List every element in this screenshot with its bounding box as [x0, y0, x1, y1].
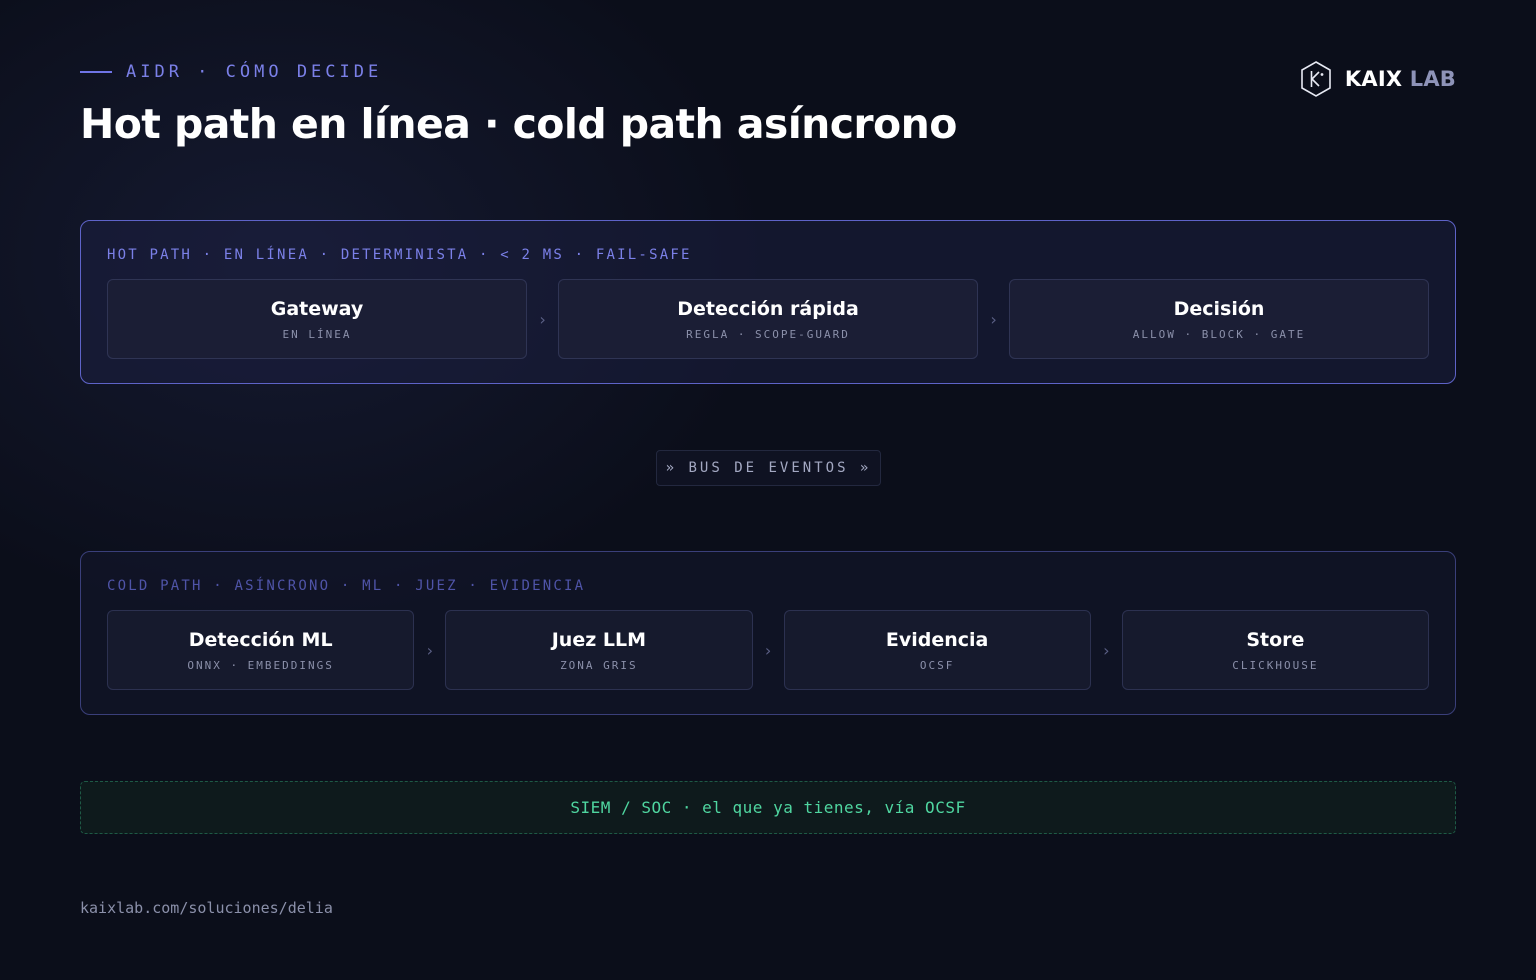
cold-path-label: COLD PATH · ASÍNCRONO · ML · JUEZ · EVID… [107, 578, 586, 594]
node-subtitle: EN LÍNEA [282, 327, 352, 341]
node-subtitle: ZONA GRIS [560, 658, 638, 672]
brand-name-main: KAIX [1344, 67, 1403, 91]
chevron-right-icon: › [1101, 640, 1112, 660]
eyebrow-text: AIDR · CÓMO DECIDE [126, 62, 383, 82]
node-title: Detección rápida [677, 297, 859, 320]
cold-path-flow: Detección ML ONNX · EMBEDDINGS › Juez LL… [107, 610, 1429, 690]
eyebrow-rule [80, 71, 112, 73]
cold-node-ml-detection: Detección ML ONNX · EMBEDDINGS [107, 610, 415, 690]
brand-name: KAIX LAB [1345, 67, 1456, 91]
brand-name-suffix: LAB [1409, 67, 1456, 91]
hot-path-panel: HOT PATH · EN LÍNEA · DETERMINISTA · < 2… [80, 220, 1456, 384]
node-title: Gateway [270, 297, 364, 320]
node-title: Store [1246, 628, 1305, 651]
hot-path-flow: Gateway EN LÍNEA › Detección rápida REGL… [107, 279, 1429, 359]
node-title: Detección ML [188, 628, 333, 651]
node-subtitle: OCSF [919, 658, 955, 672]
chevron-right-icon: › [537, 309, 548, 329]
node-title: Juez LLM [551, 628, 647, 651]
footer-url[interactable]: kaixlab.com/soluciones/delia [80, 899, 333, 917]
cold-node-store: Store CLICKHOUSE [1121, 610, 1429, 690]
cold-node-llm-judge: Juez LLM ZONA GRIS [445, 610, 753, 690]
node-subtitle: REGLA · SCOPE-GUARD [686, 327, 850, 341]
cold-path-panel: COLD PATH · ASÍNCRONO · ML · JUEZ · EVID… [80, 551, 1456, 715]
chevron-right-icon: › [763, 640, 773, 660]
siem-soc-banner: SIEM / SOC · el que ya tienes, vía OCSF [80, 781, 1456, 834]
eyebrow: AIDR · CÓMO DECIDE [80, 61, 382, 83]
node-subtitle: CLICKHOUSE [1232, 658, 1319, 672]
node-subtitle: ALLOW · BLOCK · GATE [1132, 327, 1306, 341]
node-title: Decisión [1173, 297, 1265, 320]
hexagon-k-icon [1301, 61, 1331, 97]
hot-node-decision: Decisión ALLOW · BLOCK · GATE [1009, 279, 1429, 359]
chevron-right-icon: › [988, 309, 999, 329]
hot-path-label: HOT PATH · EN LÍNEA · DETERMINISTA · < 2… [107, 247, 692, 263]
page-title: Hot path en línea · cold path asíncrono [80, 100, 957, 148]
cold-node-evidence: Evidencia OCSF [783, 610, 1091, 690]
event-bus-badge: » BUS DE EVENTOS » [656, 450, 881, 486]
hot-node-gateway: Gateway EN LÍNEA [107, 279, 527, 359]
node-title: Evidencia [885, 628, 989, 651]
node-subtitle: ONNX · EMBEDDINGS [187, 658, 334, 672]
hot-node-fast-detection: Detección rápida REGLA · SCOPE-GUARD [558, 279, 978, 359]
brand-logo: KAIX LAB [1299, 60, 1456, 98]
chevron-right-icon: › [424, 640, 435, 660]
